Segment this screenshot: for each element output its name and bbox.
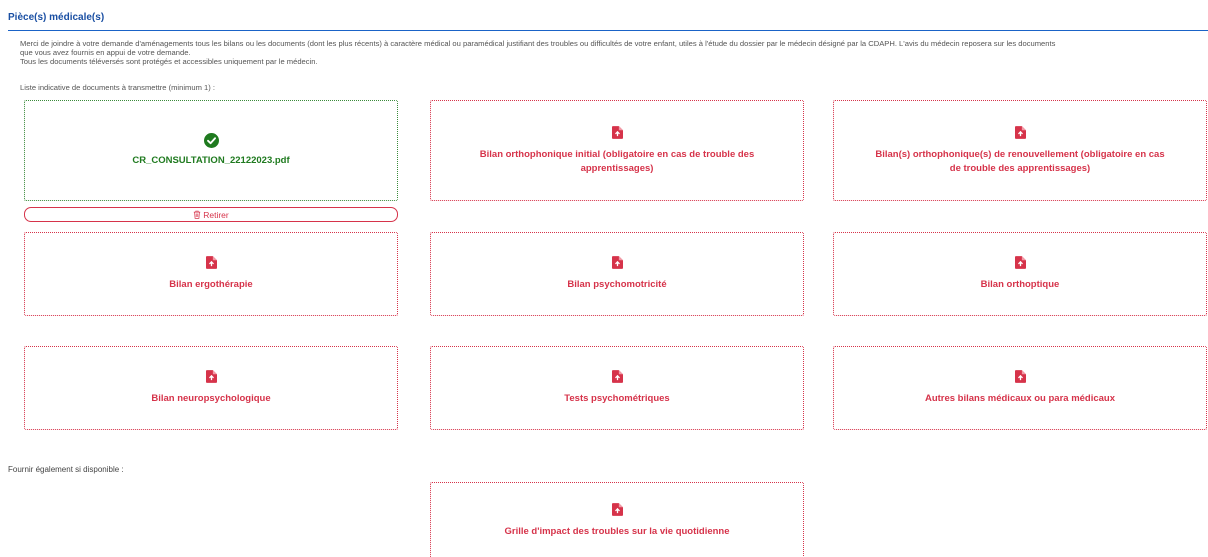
file-upload-icon (611, 503, 623, 516)
check-circle-icon (203, 133, 219, 148)
file-upload-icon (611, 125, 623, 139)
upload-card-bilan-psychomotricite[interactable]: Bilan psychomotricité (430, 232, 804, 316)
intro-text: Merci de joindre à votre demande d'aména… (20, 40, 1208, 66)
upload-card-label: Grille d'impact des troubles sur la vie … (504, 526, 730, 537)
upload-card-grille-impact[interactable]: Grille d'impact des troubles sur la vie … (430, 482, 804, 557)
upload-card-label: Bilan orthophonique initial (obligatoire… (479, 148, 755, 174)
document-list-title: Liste indicative de documents à transmet… (20, 83, 215, 92)
uploaded-document-card[interactable]: CR_CONSULTATION_22122023.pdf (24, 100, 398, 201)
upload-card-bilan-orthoptique[interactable]: Bilan orthoptique (833, 232, 1207, 316)
section-title: Pièce(s) médicale(s) (8, 12, 105, 23)
file-upload-icon (1014, 370, 1026, 383)
file-upload-icon (1014, 256, 1026, 269)
section-header: Pièce(s) médicale(s) (8, 3, 1208, 31)
upload-card-bilan-ergotherapie[interactable]: Bilan ergothérapie (24, 232, 398, 316)
upload-card-label: Bilan orthoptique (980, 279, 1060, 290)
file-upload-icon (205, 256, 217, 269)
uploaded-filename: CR_CONSULTATION_22122023.pdf (132, 155, 290, 166)
upload-card-label: Bilan neuropsychologique (151, 393, 271, 404)
file-upload-icon (611, 370, 623, 383)
file-upload-icon (1014, 125, 1026, 139)
upload-card-label: Bilan(s) orthophonique(s) de renouvellem… (875, 148, 1165, 174)
file-upload-icon (611, 256, 623, 269)
file-upload-icon (205, 370, 217, 383)
upload-card-bilan-orthophonique-initial[interactable]: Bilan orthophonique initial (obligatoire… (430, 100, 804, 201)
upload-card-autres-bilans[interactable]: Autres bilans médicaux ou para médicaux (833, 346, 1207, 430)
remove-button[interactable]: Retirer (24, 207, 398, 222)
intro-line: Tous les documents téléversés sont proté… (20, 56, 318, 66)
upload-card-bilan-orthophonique-renouvellement[interactable]: Bilan(s) orthophonique(s) de renouvellem… (833, 100, 1207, 201)
remove-label: Retirer (203, 209, 229, 220)
trash-icon (194, 210, 201, 219)
upload-card-bilan-neuropsychologique[interactable]: Bilan neuropsychologique (24, 346, 398, 430)
upload-card-label: Autres bilans médicaux ou para médicaux (924, 393, 1116, 404)
upload-card-label: Tests psychométriques (564, 393, 670, 404)
upload-card-tests-psychometriques[interactable]: Tests psychométriques (430, 346, 804, 430)
intro-line: Merci de joindre à votre demande d'aména… (20, 40, 1056, 48)
optional-documents-label: Fournir également si disponible : (8, 465, 124, 474)
upload-card-label: Bilan psychomotricité (567, 279, 667, 290)
upload-card-label: Bilan ergothérapie (169, 279, 253, 290)
